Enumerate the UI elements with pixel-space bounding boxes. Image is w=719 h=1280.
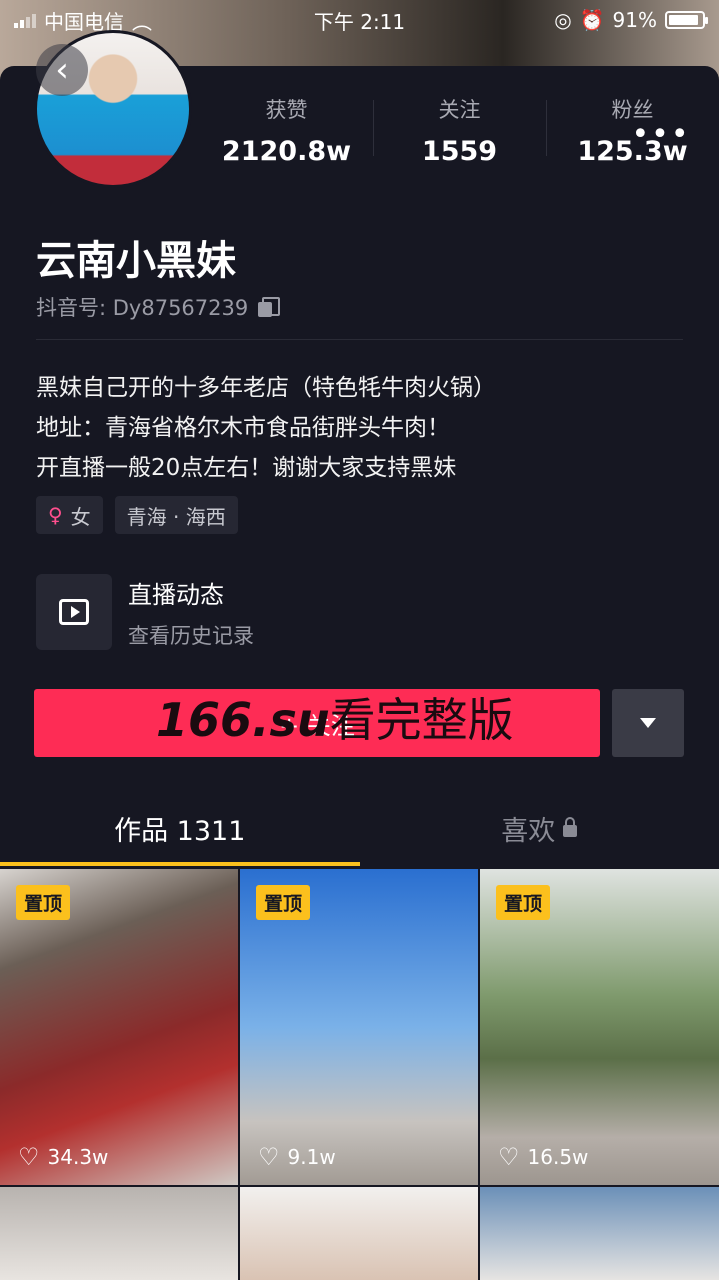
divider: [36, 339, 683, 340]
back-icon: ‹: [55, 50, 69, 90]
gender-tag: ♀ 女: [36, 496, 103, 534]
stat-following-label: 关注: [438, 98, 481, 122]
stat-likes[interactable]: 获赞 2120.8w: [200, 94, 373, 167]
stat-following-value: 1559: [421, 136, 498, 167]
location-label: 青海 · 海西: [126, 504, 226, 529]
tab-likes[interactable]: 喜欢: [360, 790, 719, 866]
like-count-value: 16.5w: [527, 1145, 589, 1169]
live-icon-box: [36, 574, 112, 650]
like-count: ♡ 34.3w: [18, 1145, 108, 1169]
video-thumbnail[interactable]: 置顶 ♡ 16.5w: [480, 869, 719, 1185]
video-thumbnail[interactable]: [0, 1187, 238, 1280]
tab-likes-label: 喜欢: [501, 815, 556, 847]
live-history-entry[interactable]: 直播动态 查看历史记录: [36, 574, 254, 650]
video-thumbnail[interactable]: [240, 1187, 478, 1280]
uid-row: 抖音号: Dy87567239: [36, 292, 281, 322]
signal-icon: [14, 12, 36, 28]
dropdown-button[interactable]: [612, 689, 684, 757]
video-thumbnail[interactable]: [480, 1187, 719, 1280]
wifi-icon: ︵: [132, 9, 152, 34]
follow-label: + 关注: [279, 711, 355, 740]
heart-icon: ♡: [498, 1143, 520, 1171]
pinned-badge: 置顶: [16, 885, 71, 920]
stat-following[interactable]: 关注 1559: [373, 94, 546, 167]
heart-icon: ♡: [18, 1143, 40, 1171]
like-count-value: 9.1w: [287, 1145, 336, 1169]
back-button[interactable]: ‹: [36, 44, 88, 96]
gender-label: 女: [70, 504, 91, 529]
live-text: 直播动态 查看历史记录: [128, 575, 254, 650]
content-tabs: 作品 1311 喜欢: [0, 790, 719, 866]
bio: 黑妹自己开的十多年老店（特色牦牛肉火锅） 地址：青海省格尔木市食品街胖头牛肉！ …: [36, 368, 496, 488]
pinned-badge: 置顶: [256, 885, 311, 920]
tab-works-label: 作品 1311: [114, 815, 246, 847]
copy-icon[interactable]: [258, 297, 281, 317]
female-icon: ♀: [48, 503, 63, 527]
nickname: 云南小黑妹: [36, 238, 236, 284]
battery-fill: [669, 15, 699, 25]
lock-icon: [563, 817, 578, 837]
video-thumbnail[interactable]: 置顶 ♡ 34.3w: [0, 869, 238, 1185]
location-tag: 青海 · 海西: [114, 496, 238, 534]
uid-text: 抖音号: Dy87567239: [36, 296, 249, 320]
heart-icon: ♡: [258, 1143, 280, 1171]
rotation-lock-icon: ◎: [554, 8, 572, 32]
status-right: ◎ ⏰ 91%: [554, 8, 708, 32]
alarm-icon: ⏰: [579, 8, 605, 32]
like-count: ♡ 9.1w: [258, 1145, 336, 1169]
live-subtitle: 查看历史记录: [128, 623, 254, 648]
bio-line: 开直播一般20点左右！谢谢大家支持黑妹: [36, 455, 457, 481]
like-count-value: 34.3w: [47, 1145, 109, 1169]
battery-label: 91%: [612, 8, 657, 32]
bio-line: 黑妹自己开的十多年老店（特色牦牛肉火锅）: [36, 375, 496, 401]
live-title: 直播动态: [128, 580, 224, 609]
tv-icon: [59, 599, 89, 625]
battery-icon: [665, 11, 708, 29]
more-icon: •••: [631, 116, 691, 152]
tags: ♀ 女 青海 · 海西: [36, 496, 238, 534]
stat-likes-label: 获赞: [265, 98, 308, 122]
pinned-badge: 置顶: [496, 885, 551, 920]
video-grid: 置顶 ♡ 34.3w 置顶 ♡ 9.1w 置顶 ♡ 16.5w: [0, 869, 719, 1280]
tab-works[interactable]: 作品 1311: [0, 790, 360, 866]
video-thumbnail[interactable]: 置顶 ♡ 9.1w: [240, 869, 478, 1185]
bio-line: 地址：青海省格尔木市食品街胖头牛肉！: [36, 415, 450, 441]
more-button[interactable]: •••: [631, 114, 691, 154]
follow-button[interactable]: + 关注: [34, 689, 600, 757]
stat-likes-value: 2120.8w: [221, 136, 352, 167]
like-count: ♡ 16.5w: [498, 1145, 588, 1169]
dropdown-icon: [640, 718, 656, 728]
status-left: 中国电信 ︵: [14, 6, 152, 35]
